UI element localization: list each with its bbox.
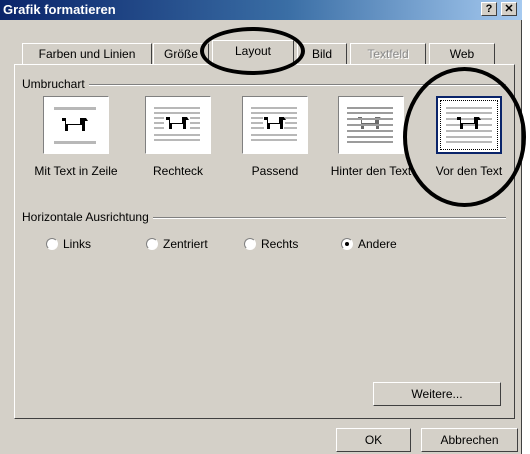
wrap-inline-button[interactable] <box>43 96 109 154</box>
tab-web[interactable]: Web <box>429 43 495 65</box>
wrap-behind-text-button[interactable] <box>338 96 404 154</box>
more-button[interactable]: Weitere... <box>373 382 501 406</box>
wrap-in-front-button[interactable] <box>436 96 502 154</box>
radio-dot[interactable] <box>146 238 158 250</box>
wrap-inline-label: Mit Text in Zeile <box>34 164 118 178</box>
wrap-square-button[interactable] <box>145 96 211 154</box>
radio-align-other-label: Andere <box>358 237 397 251</box>
dialog-title: Grafik formatieren <box>3 2 116 17</box>
tab-layout[interactable]: Layout <box>212 40 294 66</box>
radio-dot[interactable] <box>244 238 256 250</box>
cancel-button[interactable]: Abbrechen <box>421 428 518 452</box>
wrap-tight-label: Passend <box>251 164 299 178</box>
wrap-in-front-label: Vor den Text <box>435 164 503 178</box>
square-wrap-dog-icon <box>154 107 200 141</box>
in-front-dog-icon <box>446 107 492 143</box>
ok-button[interactable]: OK <box>336 428 411 452</box>
wrap-square-label: Rechteck <box>152 164 204 178</box>
wrap-tight-button[interactable] <box>242 96 308 154</box>
wrapping-group-divider <box>24 84 506 86</box>
tab-colors-and-lines[interactable]: Farben und Linien <box>22 43 152 65</box>
title-bar: Grafik formatieren ? ✕ <box>0 0 522 20</box>
wrapping-group-label: Umbruchart <box>22 77 89 91</box>
wrap-behind-text-label: Hinter den Text <box>330 164 412 178</box>
inline-dog-icon <box>54 107 96 144</box>
format-picture-dialog: Grafik formatieren ? ✕ Farben und Linien… <box>0 0 526 454</box>
help-button[interactable]: ? <box>481 2 497 16</box>
radio-dot-checked[interactable] <box>341 238 353 250</box>
tab-text-box[interactable]: Textfeld <box>350 43 426 65</box>
radio-align-left-label: Links <box>63 237 92 251</box>
tab-picture[interactable]: Bild <box>297 43 347 65</box>
behind-text-dog-icon <box>347 107 393 143</box>
close-button[interactable]: ✕ <box>501 2 517 16</box>
radio-dot[interactable] <box>46 238 58 250</box>
radio-align-center-label: Zentriert <box>163 237 208 251</box>
alignment-group-label: Horizontale Ausrichtung <box>22 210 153 224</box>
tight-wrap-dog-icon <box>251 107 297 141</box>
radio-align-right-label: Rechts <box>261 237 299 251</box>
tab-size[interactable]: Größe <box>153 43 209 65</box>
